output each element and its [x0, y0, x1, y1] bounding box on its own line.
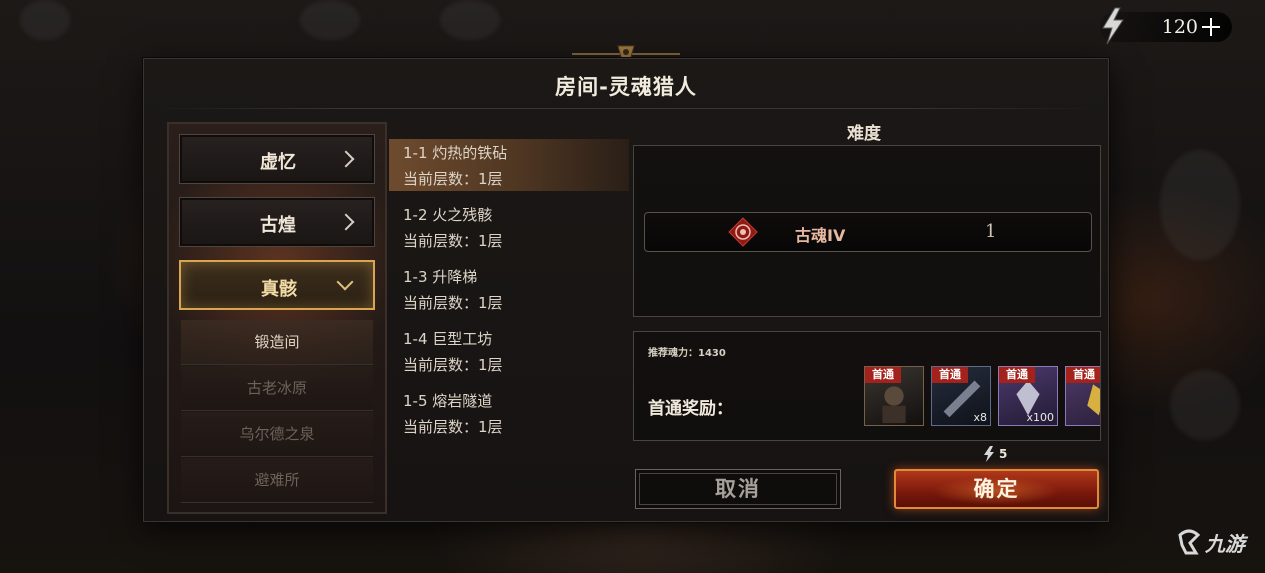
watermark: 九游 — [1176, 527, 1245, 557]
stage-floor: 当前层数：1层 — [403, 294, 503, 312]
lightning-bolt-icon — [1102, 7, 1124, 45]
watermark-text: 九游 — [1205, 531, 1245, 556]
background-icon-blur — [440, 0, 500, 40]
difficulty-row[interactable]: 古魂IV 1 — [644, 212, 1092, 252]
category-zhenhai[interactable]: 真骸 — [179, 260, 375, 310]
cost-value: 5 — [999, 447, 1008, 461]
stage-item[interactable]: 1-1 灼热的铁砧 当前层数：1层 — [389, 139, 629, 191]
stage-item[interactable]: 1-5 熔岩隧道 当前层数：1层 — [389, 387, 629, 439]
difficulty-title: 难度 — [847, 124, 881, 144]
jiuyou-logo-icon — [1178, 529, 1201, 555]
stage-item[interactable]: 1-3 升降梯 当前层数：1层 — [389, 263, 629, 315]
difficulty-level: 1 — [985, 221, 997, 242]
first-clear-tag: 首通 — [1066, 367, 1100, 383]
stage-name: 1-1 灼热的铁砧 — [403, 144, 508, 162]
energy-counter[interactable]: 120 — [1100, 7, 1232, 45]
category-panel: 虚忆 古煌 真骸 锻造间 古老冰原 乌尔德之泉 避难所 — [167, 122, 387, 514]
stage-floor: 当前层数：1层 — [403, 170, 503, 188]
category-guhuang[interactable]: 古煌 — [179, 197, 375, 247]
energy-value: 120 — [1161, 16, 1198, 38]
difficulty-name: 古魂IV — [795, 226, 846, 245]
sub-item-ancient-icefield[interactable]: 古老冰原 — [181, 366, 373, 411]
lightning-bolt-icon — [984, 446, 994, 462]
stage-floor: 当前层数：1层 — [403, 418, 503, 436]
item-quantity: x100 — [1026, 411, 1054, 424]
background-figure-blur — [1160, 150, 1240, 260]
sub-item-forge[interactable]: 锻造间 — [181, 320, 373, 365]
stage-list: 1-1 灼热的铁砧 当前层数：1层 1-2 火之残骸 当前层数：1层 1-3 升… — [389, 139, 629, 449]
stage-name: 1-4 巨型工坊 — [403, 330, 493, 348]
stage-name: 1-2 火之残骸 — [403, 206, 493, 224]
title-divider — [154, 108, 1098, 109]
background-avatar-blur — [20, 0, 70, 40]
stage-name: 1-3 升降梯 — [403, 268, 478, 286]
reward-item[interactable]: 首通 — [1065, 366, 1100, 426]
reward-box: 推荐魂力：1430 首通奖励： 首通 首通 x8 首通 x100 首通 — [633, 331, 1101, 441]
first-clear-tag: 首通 — [999, 367, 1035, 383]
sub-item-urd-spring[interactable]: 乌尔德之泉 — [181, 412, 373, 457]
plus-icon[interactable] — [1202, 18, 1220, 36]
stage-item[interactable]: 1-2 火之残骸 当前层数：1层 — [389, 201, 629, 253]
background-icon-blur — [300, 0, 360, 40]
reward-item[interactable]: 首通 x8 — [931, 366, 991, 426]
room-dialog: 房间-灵魂猎人 虚忆 古煌 真骸 锻造间 古老冰原 乌尔德之泉 避难所 1-1 … — [143, 58, 1109, 522]
category-xuyi[interactable]: 虚忆 — [179, 134, 375, 184]
first-clear-label: 首通奖励： — [648, 399, 733, 419]
first-clear-tag: 首通 — [932, 367, 968, 383]
soul-emblem-icon — [728, 217, 758, 247]
recommended-power: 推荐魂力：1430 — [648, 348, 726, 359]
reward-item[interactable]: 首通 x100 — [998, 366, 1058, 426]
confirm-button[interactable]: 确定 — [894, 469, 1099, 509]
reward-item[interactable]: 首通 — [864, 366, 924, 426]
sub-item-shelter[interactable]: 避难所 — [181, 458, 373, 503]
stage-item[interactable]: 1-4 巨型工坊 当前层数：1层 — [389, 325, 629, 377]
cancel-button[interactable]: 取消 — [635, 469, 841, 509]
stage-name: 1-5 熔岩隧道 — [403, 392, 493, 410]
entry-cost: 5 — [982, 445, 1007, 463]
difficulty-box: 古魂IV 1 — [633, 145, 1101, 317]
dialog-title: 房间-灵魂猎人 — [555, 75, 697, 99]
stage-floor: 当前层数：1层 — [403, 232, 503, 250]
background-icon-blur — [1170, 370, 1240, 440]
stage-floor: 当前层数：1层 — [403, 356, 503, 374]
item-quantity: x8 — [973, 411, 987, 424]
first-clear-tag: 首通 — [865, 367, 901, 383]
